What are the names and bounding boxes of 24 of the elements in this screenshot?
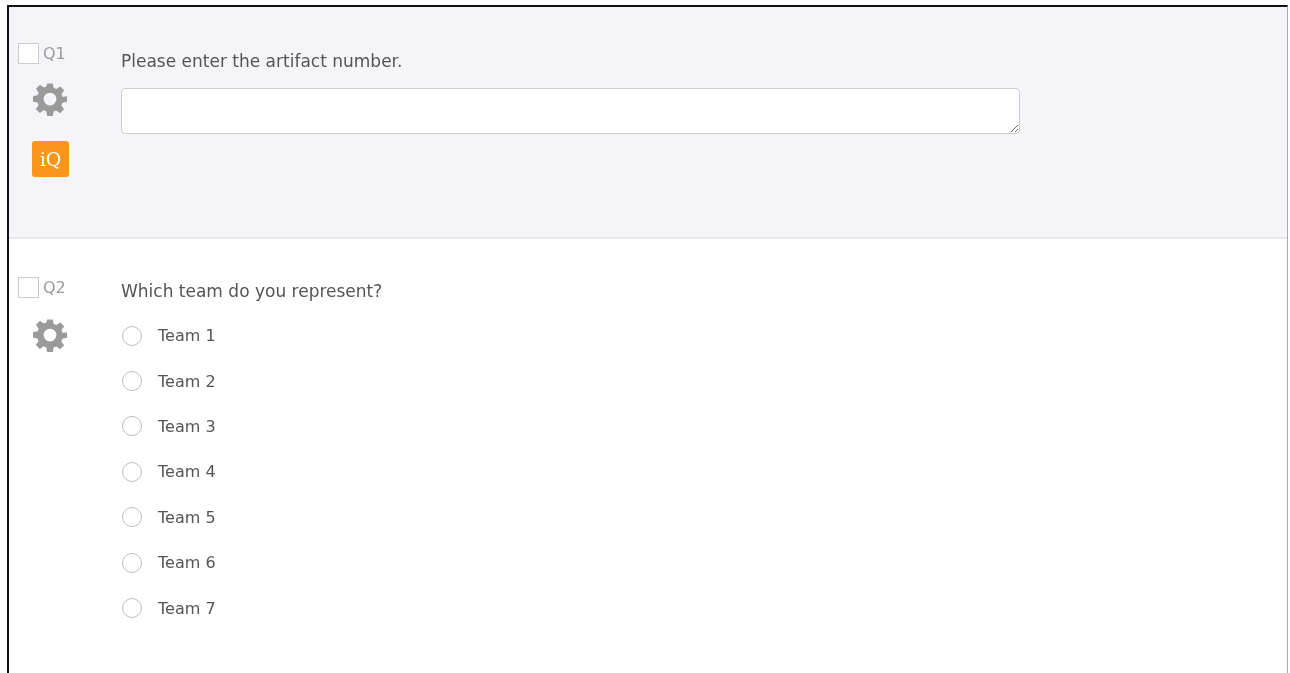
settings-icon[interactable] (33, 82, 67, 116)
radio-button[interactable] (122, 507, 142, 528)
option-label: Team 6 (158, 553, 216, 573)
option-label: Team 4 (158, 462, 216, 482)
answer-field[interactable] (121, 88, 1020, 134)
iq-badge[interactable]: iQ (32, 141, 69, 177)
radio-button[interactable] (122, 461, 142, 482)
radio-button[interactable] (122, 371, 142, 392)
settings-icon[interactable] (33, 318, 67, 352)
option-label: Team 1 (158, 326, 216, 346)
option-label: Team 5 (158, 507, 216, 527)
checkbox[interactable] (18, 277, 39, 298)
option-label: Team 3 (158, 416, 216, 436)
radio-button[interactable] (122, 416, 142, 437)
question-number: Q1 (43, 44, 66, 63)
radio-button[interactable] (122, 552, 142, 573)
question-number: Q2 (43, 278, 66, 297)
radio-button[interactable] (122, 598, 142, 619)
radio-button[interactable] (122, 325, 142, 346)
option-label: Team 2 (158, 371, 216, 391)
question-text: Which team do you represent? (121, 280, 384, 303)
question-text: Please enter the artifact number. (121, 50, 404, 73)
checkbox[interactable] (18, 43, 39, 64)
option-label: Team 7 (158, 598, 216, 618)
